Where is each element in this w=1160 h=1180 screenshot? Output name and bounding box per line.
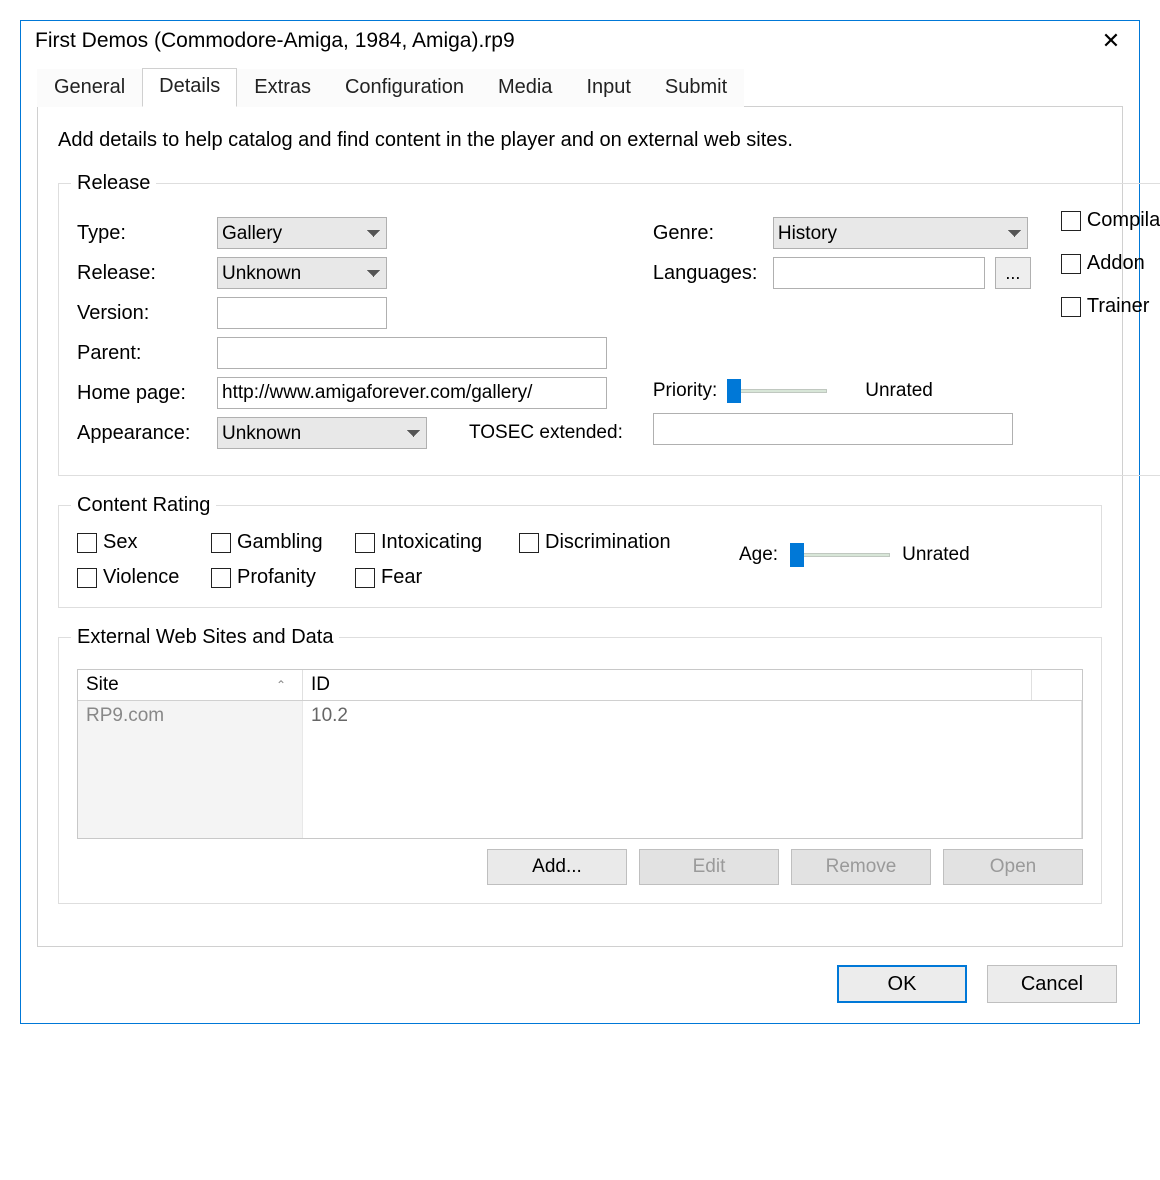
gambling-checkbox[interactable]: Gambling (211, 531, 351, 554)
tab-general[interactable]: General (37, 69, 142, 107)
column-id[interactable]: ID (303, 670, 1032, 700)
label-priority: Priority: (653, 380, 717, 402)
sort-asc-icon: ⌃ (276, 678, 286, 692)
tab-details[interactable]: Details (142, 68, 237, 107)
table-header: Site ⌃ ID (78, 670, 1082, 701)
tab-extras[interactable]: Extras (237, 69, 328, 107)
label-genre: Genre: (653, 222, 763, 245)
dialog-window: First Demos (Commodore-Amiga, 1984, Amig… (20, 20, 1140, 1024)
details-panel: Add details to help catalog and find con… (37, 107, 1123, 947)
column-site[interactable]: Site ⌃ (78, 670, 303, 700)
close-icon[interactable]: ✕ (1097, 30, 1125, 52)
parent-input[interactable] (217, 337, 607, 369)
ok-button[interactable]: OK (837, 965, 967, 1003)
compilation-checkbox[interactable]: Compilation (1061, 209, 1160, 232)
tosec-input[interactable] (653, 413, 1013, 445)
label-parent: Parent: (77, 342, 207, 365)
tab-strip: General Details Extras Configuration Med… (37, 67, 1123, 107)
priority-slider[interactable] (727, 377, 827, 405)
external-sites-group: External Web Sites and Data Site ⌃ ID RP… (58, 626, 1102, 904)
cancel-button[interactable]: Cancel (987, 965, 1117, 1003)
addon-checkbox[interactable]: Addon (1061, 252, 1145, 275)
client-area: General Details Extras Configuration Med… (21, 67, 1139, 1023)
external-sites-table: Site ⌃ ID RP9.com 10.2 (77, 669, 1083, 839)
genre-select[interactable]: History (773, 217, 1028, 249)
release-flags: Compilation Addon Trainer (1061, 209, 1160, 457)
table-row[interactable]: RP9.com 10.2 (78, 701, 1082, 838)
external-sites-buttons: Add... Edit Remove Open (77, 849, 1083, 885)
age-slider[interactable] (790, 541, 890, 569)
languages-browse-button[interactable]: ... (995, 257, 1031, 289)
tab-configuration[interactable]: Configuration (328, 69, 481, 107)
discrimination-checkbox[interactable]: Discrimination (519, 531, 709, 554)
external-sites-legend: External Web Sites and Data (71, 626, 339, 649)
label-type: Type: (77, 222, 207, 245)
label-homepage: Home page: (77, 382, 207, 405)
profanity-checkbox[interactable]: Profanity (211, 566, 351, 589)
label-languages: Languages: (653, 262, 763, 285)
dialog-buttons: OK Cancel (37, 947, 1123, 1007)
label-version: Version: (77, 302, 207, 325)
priority-value: Unrated (865, 380, 933, 402)
tab-input[interactable]: Input (569, 69, 647, 107)
edit-button[interactable]: Edit (639, 849, 779, 885)
languages-input[interactable] (773, 257, 985, 289)
homepage-input[interactable] (217, 377, 607, 409)
trainer-checkbox[interactable]: Trainer (1061, 295, 1150, 318)
intoxicating-checkbox[interactable]: Intoxicating (355, 531, 515, 554)
type-select[interactable]: Gallery (217, 217, 387, 249)
content-rating-group: Content Rating Sex Gambling Intoxicating… (58, 494, 1102, 608)
release-select[interactable]: Unknown (217, 257, 387, 289)
violence-checkbox[interactable]: Violence (77, 566, 207, 589)
label-tosec: TOSEC extended: (469, 422, 623, 444)
label-release: Release: (77, 262, 207, 285)
fear-checkbox[interactable]: Fear (355, 566, 515, 589)
label-appearance: Appearance: (77, 422, 207, 445)
cell-id: 10.2 (303, 701, 1082, 838)
version-input[interactable] (217, 297, 387, 329)
remove-button[interactable]: Remove (791, 849, 931, 885)
tab-submit[interactable]: Submit (648, 69, 744, 107)
release-legend: Release (71, 172, 156, 195)
content-rating-legend: Content Rating (71, 494, 216, 517)
tab-media[interactable]: Media (481, 69, 569, 107)
add-button[interactable]: Add... (487, 849, 627, 885)
sex-checkbox[interactable]: Sex (77, 531, 207, 554)
label-age: Age: (739, 544, 778, 566)
titlebar: First Demos (Commodore-Amiga, 1984, Amig… (21, 21, 1139, 59)
appearance-select[interactable]: Unknown (217, 417, 427, 449)
content-rating-checks: Sex Gambling Intoxicating Discrimination… (77, 531, 709, 589)
intro-text: Add details to help catalog and find con… (58, 129, 1102, 152)
window-title: First Demos (Commodore-Amiga, 1984, Amig… (35, 29, 515, 53)
age-value: Unrated (902, 544, 970, 566)
release-group: Release Type: Gallery Release: Unkn (58, 172, 1160, 476)
open-button[interactable]: Open (943, 849, 1083, 885)
cell-site: RP9.com (78, 701, 303, 838)
